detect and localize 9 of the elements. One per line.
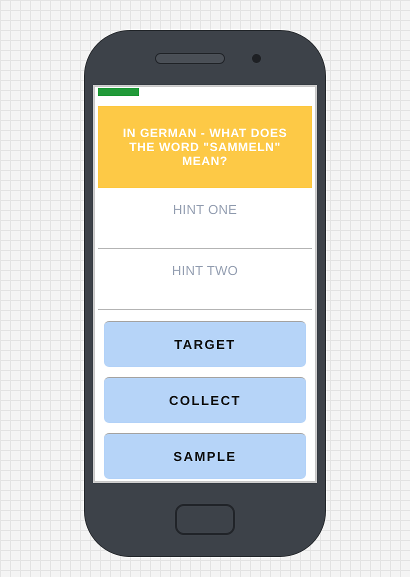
answer-button[interactable]: COLLECT [104,377,306,423]
speaker-slot [155,52,225,64]
hint-text: HINT TWO [172,263,238,279]
question-text: IN GERMAN - WHAT DOES THE WORD "SAMMELN" MEAN? [122,126,288,168]
hint-text: HINT ONE [172,202,238,218]
answer-button[interactable]: TARGET [104,321,306,367]
home-button[interactable] [175,504,235,535]
answer-button[interactable]: SAMPLE [104,433,306,479]
camera-dot [252,54,261,62]
